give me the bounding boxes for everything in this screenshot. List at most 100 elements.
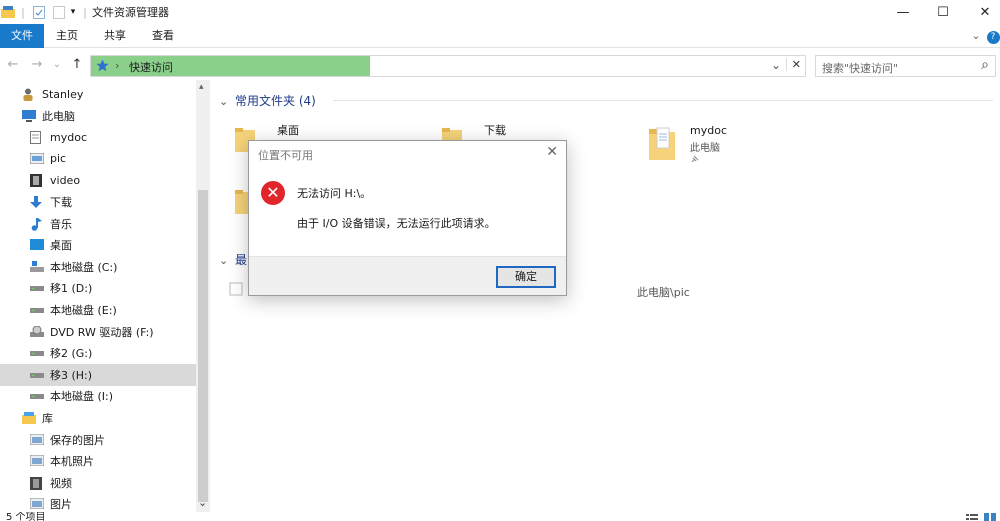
recent-file-path[interactable]: 此电脑\pic bbox=[637, 284, 690, 300]
properties-icon[interactable] bbox=[32, 4, 46, 20]
window-title: 文件资源管理器 bbox=[92, 6, 169, 19]
sidebar-item-label: 图片 bbox=[50, 498, 72, 512]
back-button[interactable]: ← bbox=[4, 56, 22, 74]
tab-file[interactable]: 文件 bbox=[0, 24, 44, 48]
sidebar-item[interactable]: 此电脑 bbox=[0, 105, 196, 127]
music-icon bbox=[30, 217, 44, 231]
sidebar-item-label: 移1 (D:) bbox=[50, 282, 93, 296]
sidebar-item-label: 视频 bbox=[50, 476, 72, 490]
item-count: 5 个项目 bbox=[6, 512, 46, 521]
sidebar-item[interactable]: 桌面 bbox=[0, 235, 196, 257]
sidebar-item-label: Stanley bbox=[42, 87, 84, 101]
video-folder-icon bbox=[30, 174, 44, 188]
navigation-scrollbar[interactable]: ▴ ⌄ bbox=[196, 80, 210, 512]
expand-ribbon-button[interactable]: ⌄ bbox=[968, 24, 984, 48]
drive-icon bbox=[30, 369, 44, 381]
tab-share[interactable]: 共享 bbox=[96, 24, 134, 48]
image-folder-icon bbox=[29, 152, 45, 165]
video-library-icon bbox=[30, 476, 44, 490]
frequent-folders-header[interactable]: ⌄ 常用文件夹 (4) bbox=[219, 92, 994, 109]
sidebar-item-label: mydoc bbox=[50, 130, 87, 144]
up-button[interactable]: ↑ bbox=[68, 56, 86, 74]
sidebar-item-label: 此电脑 bbox=[42, 109, 75, 123]
qa-divider: | bbox=[83, 5, 87, 19]
folder-location: 此电脑 bbox=[690, 143, 720, 154]
sidebar-item[interactable]: 移1 (D:) bbox=[0, 278, 196, 300]
computer-icon bbox=[22, 109, 36, 122]
sidebar-item-label: 本机照片 bbox=[50, 455, 94, 469]
sidebar-item[interactable]: video bbox=[0, 170, 196, 192]
sidebar-item[interactable]: 本机照片 bbox=[0, 451, 196, 473]
scrollbar-thumb[interactable] bbox=[198, 190, 208, 502]
title-bar: | ▾ | 文件资源管理器 — ☐ ✕ bbox=[0, 0, 1000, 24]
scroll-up-button[interactable]: ▴ bbox=[199, 82, 204, 92]
sidebar-item[interactable]: pic bbox=[0, 148, 196, 170]
system-drive-icon bbox=[30, 260, 44, 273]
maximize-button[interactable]: ☐ bbox=[920, 0, 966, 24]
drive-icon bbox=[30, 282, 44, 294]
sidebar-item[interactable]: 库 bbox=[0, 407, 196, 429]
error-icon: ✕ bbox=[261, 181, 285, 205]
recent-locations-button[interactable]: ⌄ bbox=[48, 56, 66, 74]
picture-library-icon bbox=[29, 454, 45, 467]
sidebar-item[interactable]: 本地磁盘 (I:) bbox=[0, 386, 196, 408]
collapse-chevron-icon[interactable]: ⌄ bbox=[219, 254, 228, 267]
download-icon bbox=[30, 196, 44, 209]
sidebar-item-label: 保存的图片 bbox=[50, 433, 105, 447]
help-icon: ? bbox=[986, 31, 1000, 44]
sidebar-item[interactable]: DVD RW 驱动器 (F:) bbox=[0, 321, 196, 343]
tab-home[interactable]: 主页 bbox=[50, 24, 84, 48]
address-dropdown-button[interactable]: ⌄ bbox=[771, 58, 781, 72]
details-view-icon[interactable] bbox=[966, 513, 978, 521]
dialog-close-button[interactable]: ✕ bbox=[546, 144, 558, 160]
sidebar-item-label: 本地磁盘 (C:) bbox=[50, 260, 118, 274]
location-unavailable-dialog: 位置不可用 ✕ ✕ 无法访问 H:\。 由于 I/O 设备错误，无法运行此项请求… bbox=[248, 140, 567, 296]
pin-icon bbox=[690, 154, 699, 167]
sidebar-item[interactable]: 保存的图片 bbox=[0, 429, 196, 451]
dialog-message: 无法访问 H:\。 bbox=[297, 187, 372, 200]
section-divider bbox=[333, 100, 993, 101]
sidebar-item[interactable]: 移3 (H:) bbox=[0, 364, 196, 386]
breadcrumb-quick-access[interactable]: 快速访问 bbox=[129, 59, 173, 75]
sidebar-item[interactable]: 本地磁盘 (E:) bbox=[0, 299, 196, 321]
sidebar-item-label: pic bbox=[50, 152, 67, 166]
sidebar-item[interactable]: mydoc bbox=[0, 127, 196, 149]
dialog-footer: 确定 bbox=[249, 256, 566, 295]
dialog-detail: 由于 I/O 设备错误，无法运行此项请求。 bbox=[297, 217, 496, 230]
sidebar-item-label: 下载 bbox=[50, 196, 72, 210]
recent-files-title: 最 bbox=[235, 253, 248, 267]
picture-library-icon bbox=[29, 433, 45, 446]
dialog-title: 位置不可用 bbox=[258, 149, 313, 162]
search-input[interactable]: 搜索"快速访问" bbox=[822, 60, 898, 76]
forward-button[interactable]: → bbox=[28, 56, 46, 74]
sidebar-item[interactable]: Stanley bbox=[0, 83, 196, 105]
folder-name: 下载 bbox=[484, 124, 506, 137]
sidebar-item[interactable]: 下载 bbox=[0, 191, 196, 213]
explorer-app-icon[interactable] bbox=[0, 4, 16, 20]
sidebar-item-label: video bbox=[50, 173, 81, 187]
qa-divider: | bbox=[21, 5, 25, 19]
tab-view[interactable]: 查看 bbox=[144, 24, 182, 48]
help-button[interactable]: ? bbox=[986, 24, 1000, 48]
address-row: ← → ⌄ ↑ › 快速访问 ⌄ ✕ 搜索"快速访问" ⌕ bbox=[0, 52, 1000, 78]
picture-library-icon bbox=[29, 497, 45, 510]
address-bar[interactable]: › 快速访问 ⌄ ✕ bbox=[90, 55, 806, 77]
folder-mydoc[interactable]: mydoc 此电脑 bbox=[649, 122, 819, 168]
ok-button[interactable]: 确定 bbox=[496, 266, 556, 288]
sidebar-item-label: 库 bbox=[42, 412, 53, 426]
dvd-drive-icon bbox=[30, 325, 44, 338]
new-folder-icon[interactable] bbox=[52, 4, 66, 20]
sidebar-item[interactable]: 本地磁盘 (C:) bbox=[0, 256, 196, 278]
search-icon[interactable]: ⌕ bbox=[981, 57, 989, 73]
sidebar-item[interactable]: 音乐 bbox=[0, 213, 196, 235]
scroll-down-button[interactable]: ⌄ bbox=[198, 496, 207, 509]
collapse-chevron-icon[interactable]: ⌄ bbox=[219, 95, 228, 108]
search-box[interactable]: 搜索"快速访问" ⌕ bbox=[815, 55, 996, 77]
sidebar-item[interactable]: 视频 bbox=[0, 472, 196, 494]
close-button[interactable]: ✕ bbox=[962, 0, 1000, 24]
sidebar-item[interactable]: 移2 (G:) bbox=[0, 343, 196, 365]
address-clear-button[interactable]: ✕ bbox=[785, 58, 801, 71]
customize-qa-toolbar[interactable]: ▾ bbox=[68, 4, 78, 20]
large-icons-view-icon[interactable] bbox=[984, 513, 996, 521]
star-icon bbox=[96, 59, 109, 75]
